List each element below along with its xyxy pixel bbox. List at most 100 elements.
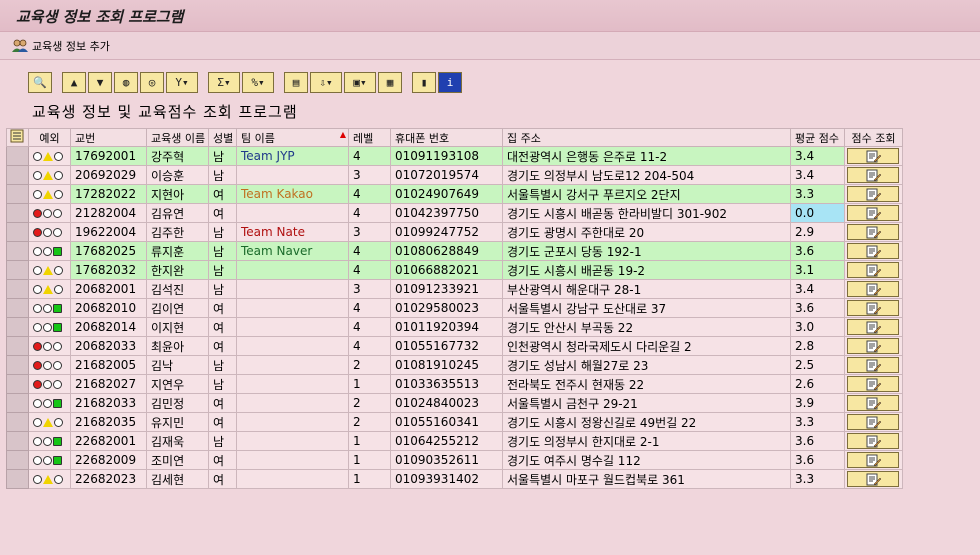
score-lookup-button[interactable]: [847, 281, 899, 297]
table-row[interactable]: 21282004 김유연 여 4 01042397750 경기도 시흥시 배곧동 한라비발…: [6, 203, 903, 223]
table-row[interactable]: 17682025 류지훈 남 Team Naver 4 01080628849 경기도 군포…: [6, 241, 903, 261]
cell-lookup: [844, 412, 903, 432]
cell-name: 김석진: [146, 279, 209, 299]
score-lookup-button[interactable]: [847, 319, 899, 335]
row-selector[interactable]: [6, 146, 29, 166]
cell-level: 4: [348, 336, 391, 356]
score-lookup-button[interactable]: [847, 205, 899, 221]
app-toolbar: 교육생 정보 추가: [0, 32, 980, 60]
layout-icon[interactable]: ▣▾: [344, 71, 376, 93]
score-lookup-button[interactable]: [847, 471, 899, 487]
table-row[interactable]: 22682023 김세현 여 1 01093931402 서울특별시 마포구 월드컵북로 …: [6, 469, 903, 489]
score-lookup-button[interactable]: [847, 433, 899, 449]
row-selector[interactable]: [6, 393, 29, 413]
edit-doc-icon: [866, 207, 881, 219]
score-lookup-button[interactable]: [847, 186, 899, 202]
cell-id: 21282004: [70, 203, 147, 223]
status-light-icon: [28, 336, 71, 356]
table-row[interactable]: 21682035 유지민 여 2 01055160341 경기도 시흥시 정왕신길로 49…: [6, 412, 903, 432]
score-lookup-button[interactable]: [847, 376, 899, 392]
subtotal-icon[interactable]: %▾: [242, 71, 274, 93]
details-icon[interactable]: 🔍: [28, 71, 52, 93]
row-selector[interactable]: [6, 260, 29, 280]
cell-level: 1: [348, 469, 391, 489]
window-title: 교육생 정보 조회 프로그램: [0, 0, 980, 32]
edit-doc-icon: [866, 245, 881, 257]
sum-icon[interactable]: Σ▾: [208, 71, 240, 93]
col-address[interactable]: 집 주소: [502, 128, 791, 147]
row-selector[interactable]: [6, 374, 29, 394]
table-row[interactable]: 19622004 김주한 남 Team Nate 3 01099247752 경기도 광명시…: [6, 222, 903, 242]
table-row[interactable]: 21682033 김민정 여 2 01024840023 서울특별시 금천구 29-21 3…: [6, 393, 903, 413]
col-score[interactable]: 평균 점수: [790, 128, 845, 147]
table-row[interactable]: 22682009 조미연 여 1 01090352611 경기도 여주시 명수길 112 3…: [6, 450, 903, 470]
col-lookup[interactable]: 점수 조회: [844, 128, 903, 147]
cell-score: 3.6: [790, 431, 845, 451]
cell-team: [236, 203, 349, 223]
cell-score: 3.3: [790, 469, 845, 489]
score-lookup-button[interactable]: [847, 414, 899, 430]
chart-icon[interactable]: ▮: [412, 71, 436, 93]
table-row[interactable]: 20682014 이지현 여 4 01011920394 경기도 안산시 부곡동 22 3.…: [6, 317, 903, 337]
row-selector[interactable]: [6, 336, 29, 356]
export-icon[interactable]: ⇩▾: [310, 71, 342, 93]
score-lookup-button[interactable]: [847, 300, 899, 316]
col-phone[interactable]: 휴대폰 번호: [390, 128, 503, 147]
row-selector[interactable]: [6, 241, 29, 261]
table-row[interactable]: 22682001 김재욱 남 1 01064255212 경기도 의정부시 한지대로 2-…: [6, 431, 903, 451]
row-selector[interactable]: [6, 165, 29, 185]
col-team[interactable]: 팀 이름 ▲: [236, 128, 349, 147]
row-selector[interactable]: [6, 450, 29, 470]
cell-level: 1: [348, 431, 391, 451]
sort-desc-icon[interactable]: ▼: [88, 71, 112, 93]
row-selector[interactable]: [6, 355, 29, 375]
score-lookup-button[interactable]: [847, 262, 899, 278]
table-row[interactable]: 17692001 강주혁 남 Team JYP 4 01091193108 대전광역시 은행…: [6, 146, 903, 166]
cell-lookup: [844, 317, 903, 337]
col-name[interactable]: 교육생 이름: [146, 128, 209, 147]
select-all-icon[interactable]: [6, 128, 29, 147]
score-lookup-button[interactable]: [847, 357, 899, 373]
filter-icon[interactable]: Y▾: [166, 71, 198, 93]
table-row[interactable]: 20682033 최윤아 여 4 01055167732 인천광역시 청라국제도시 다리운…: [6, 336, 903, 356]
find-next-icon[interactable]: ◎: [140, 71, 164, 93]
row-selector[interactable]: [6, 317, 29, 337]
cell-id: 19622004: [70, 222, 147, 242]
add-student-button[interactable]: 교육생 정보 추가: [32, 38, 110, 54]
row-selector[interactable]: [6, 412, 29, 432]
score-lookup-button[interactable]: [847, 395, 899, 411]
cell-address: 서울특별시 강서구 푸르지오 2단지: [502, 184, 791, 204]
cell-id: 20682010: [70, 298, 147, 318]
table-row[interactable]: 20682010 김이연 여 4 01029580023 서울특별시 강남구 도산대로 3…: [6, 298, 903, 318]
grid-icon[interactable]: ▦: [378, 71, 402, 93]
score-lookup-button[interactable]: [847, 338, 899, 354]
score-lookup-button[interactable]: [847, 167, 899, 183]
info-icon[interactable]: i: [438, 71, 462, 93]
table-row[interactable]: 21682027 지연우 남 1 01033635513 전라북도 전주시 현재동 22 2…: [6, 374, 903, 394]
row-selector[interactable]: [6, 222, 29, 242]
score-lookup-button[interactable]: [847, 452, 899, 468]
row-selector[interactable]: [6, 469, 29, 489]
print-preview-icon[interactable]: ▤: [284, 71, 308, 93]
find-icon[interactable]: ◍: [114, 71, 138, 93]
table-row[interactable]: 20682001 김석진 남 3 01091233921 부산광역시 해운대구 28-1 3…: [6, 279, 903, 299]
col-level[interactable]: 레벨: [348, 128, 391, 147]
cell-team: [236, 412, 349, 432]
row-selector[interactable]: [6, 431, 29, 451]
row-selector[interactable]: [6, 203, 29, 223]
row-selector[interactable]: [6, 184, 29, 204]
table-row[interactable]: 21682005 김낙 남 2 01081910245 경기도 성남시 해월27로 23 2…: [6, 355, 903, 375]
col-id[interactable]: 교번: [70, 128, 147, 147]
row-selector[interactable]: [6, 298, 29, 318]
table-row[interactable]: 17282022 지현아 여 Team Kakao 4 01024907649 서울특별시 …: [6, 184, 903, 204]
col-status[interactable]: 예외: [28, 128, 71, 147]
cell-lookup: [844, 260, 903, 280]
row-selector[interactable]: [6, 279, 29, 299]
print-icon[interactable]: ▲: [62, 71, 86, 93]
col-gender[interactable]: 성별: [208, 128, 237, 147]
score-lookup-button[interactable]: [847, 148, 899, 164]
table-row[interactable]: 17682032 한지완 남 4 01066882021 경기도 시흥시 배곧동 19-2…: [6, 260, 903, 280]
score-lookup-button[interactable]: [847, 224, 899, 240]
table-row[interactable]: 20692029 이승훈 남 3 01072019574 경기도 의정부시 남도로12 2…: [6, 165, 903, 185]
score-lookup-button[interactable]: [847, 243, 899, 259]
